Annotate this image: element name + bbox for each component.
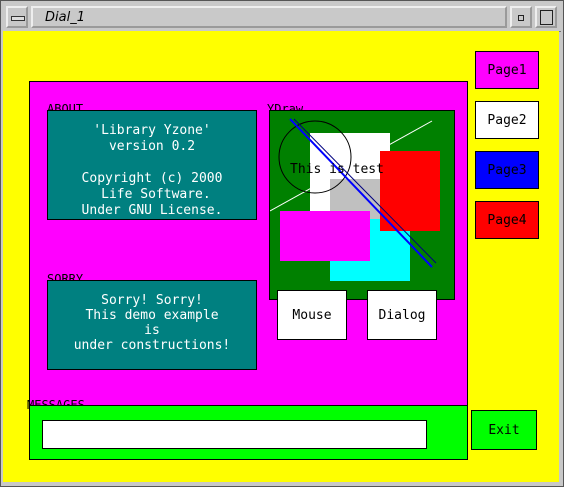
exit-button[interactable]: Exit <box>471 410 537 450</box>
client-area: ABOUT 'Library Yzone' version 0.2 Copyri… <box>3 31 559 482</box>
ydraw-canvas[interactable]: This is test <box>269 110 455 300</box>
sorry-text: Sorry! Sorry! This demo example is under… <box>47 280 257 370</box>
about-text: 'Library Yzone' version 0.2 Copyright (c… <box>47 110 257 220</box>
canvas-test-text: This is test <box>290 162 384 177</box>
maximize-button[interactable] <box>535 6 557 28</box>
title-bar[interactable]: Dial_1 <box>3 3 561 32</box>
page4-button[interactable]: Page4 <box>475 201 539 239</box>
page1-button[interactable]: Page1 <box>475 51 539 89</box>
menu-bar-icon <box>11 16 25 21</box>
messages-input[interactable] <box>42 420 427 449</box>
red-rect <box>380 151 440 231</box>
mouse-button[interactable]: Mouse <box>277 290 347 340</box>
ydraw-drawing <box>270 118 440 281</box>
maximize-icon <box>540 10 553 25</box>
page3-button[interactable]: Page3 <box>475 151 539 189</box>
dialog-button[interactable]: Dialog <box>367 290 437 340</box>
window-menu-button[interactable] <box>6 6 28 28</box>
minimize-button[interactable] <box>510 6 532 28</box>
minimize-icon <box>518 15 524 21</box>
title-area[interactable]: Dial_1 <box>31 6 507 28</box>
window-title: Dial_1 <box>45 10 85 25</box>
page2-button[interactable]: Page2 <box>475 101 539 139</box>
magenta-rect <box>280 211 370 261</box>
